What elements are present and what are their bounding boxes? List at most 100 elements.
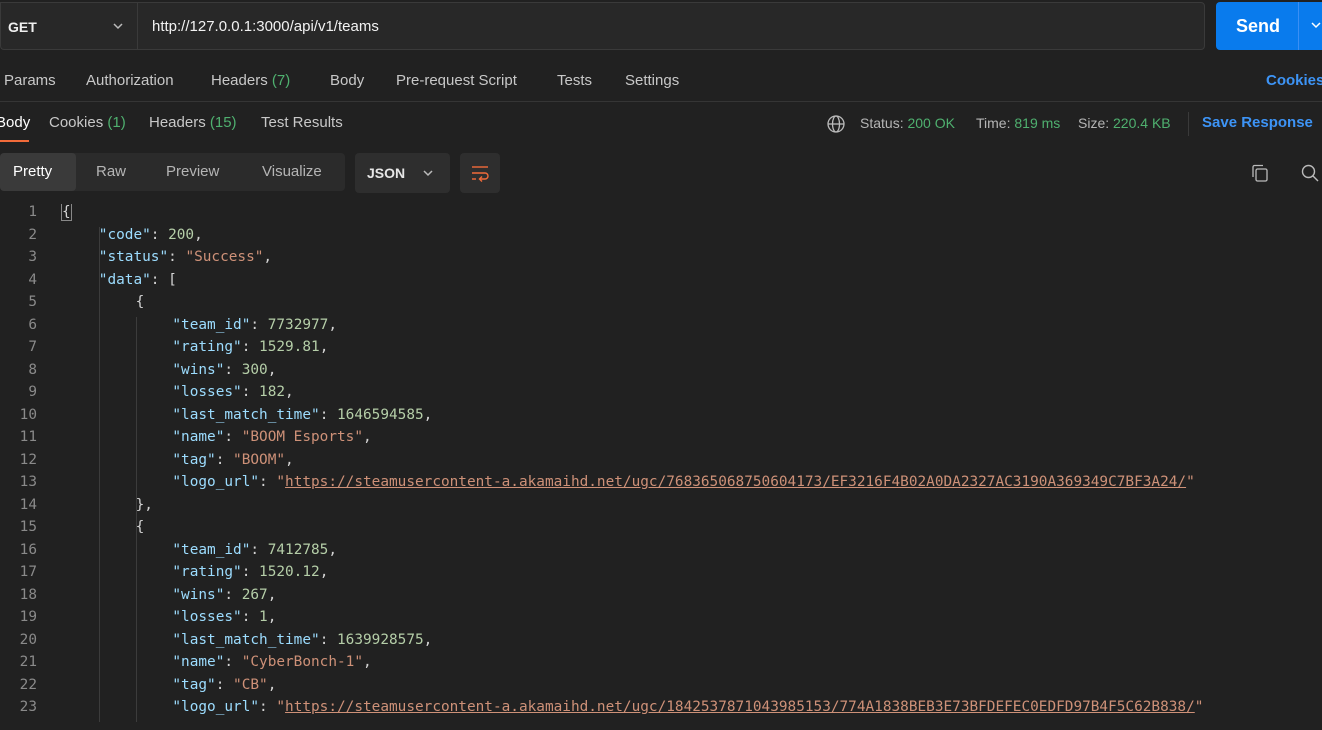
- code-text: "status": "Success",: [99, 249, 272, 265]
- copy-icon[interactable]: [1250, 163, 1270, 183]
- response-headers-count: (15): [209, 114, 237, 131]
- code-token: "name": [172, 429, 225, 445]
- code-line: 16 "team_id": 7412785,: [0, 542, 1322, 565]
- status-label: Status:: [860, 115, 904, 131]
- code-token: ,: [285, 384, 294, 400]
- tab-headers[interactable]: Headers (7): [211, 72, 290, 89]
- globe-icon[interactable]: [826, 114, 846, 134]
- request-bar: GET http://127.0.0.1:3000/api/v1/teams S…: [0, 0, 1322, 54]
- tab-headers-label: Headers: [211, 72, 268, 89]
- tab-params[interactable]: Params: [4, 72, 56, 89]
- code-token: "BOOM": [233, 451, 286, 468]
- tab-body[interactable]: Body: [330, 72, 364, 89]
- url-link[interactable]: https://steamusercontent-a.akamaihd.net/…: [285, 699, 1195, 715]
- tab-prerequest-script[interactable]: Pre-request Script: [396, 72, 517, 89]
- code-token: "Success": [185, 249, 264, 265]
- time-meta[interactable]: Time: 819 ms: [976, 115, 1060, 131]
- size-meta[interactable]: Size: 220.4 KB: [1078, 115, 1171, 131]
- code-line: 2 "code": 200,: [0, 227, 1322, 250]
- code-token: ,: [267, 361, 277, 378]
- code-token: ,: [328, 541, 338, 558]
- url-link[interactable]: https://steamusercontent-a.akamaihd.net/…: [285, 474, 1186, 490]
- code-text: "name": "CyberBonch-1",: [172, 654, 371, 670]
- send-options-chevron-icon[interactable]: [1309, 18, 1322, 32]
- code-line: 11 "name": "BOOM Esports",: [0, 429, 1322, 452]
- code-token: ,: [285, 451, 294, 468]
- view-visualize[interactable]: Visualize: [262, 163, 322, 180]
- code-token: :: [241, 339, 260, 355]
- code-line: 13 "logo_url": "https://steamusercontent-…: [0, 474, 1322, 497]
- code-token: ,: [267, 676, 277, 693]
- line-number: 20: [19, 631, 37, 648]
- code-text: "rating": 1529.81,: [172, 339, 328, 355]
- code-token: :: [241, 564, 260, 580]
- code-token: ,: [423, 631, 433, 648]
- code-token: "status": [98, 249, 169, 265]
- wrap-lines-icon: [472, 166, 489, 182]
- code-line: 6 "team_id": 7732977,: [0, 317, 1322, 340]
- method-label: GET: [8, 19, 37, 35]
- time-value: 819 ms: [1014, 115, 1061, 131]
- cookies-link[interactable]: Cookies: [1266, 72, 1322, 89]
- tab-response-headers[interactable]: Headers (15): [149, 114, 237, 131]
- format-toolbar: Pretty Raw Preview Visualize JSON: [0, 151, 1322, 193]
- tab-tests[interactable]: Tests: [557, 72, 592, 89]
- line-number: 12: [19, 451, 37, 468]
- url-text: http://127.0.0.1:3000/api/v1/teams: [152, 18, 379, 35]
- code-token: ,: [194, 226, 203, 243]
- code-text: "rating": 1520.12,: [172, 564, 328, 580]
- tab-response-cookies[interactable]: Cookies (1): [49, 114, 126, 131]
- tab-authorization[interactable]: Authorization: [86, 72, 174, 89]
- url-input[interactable]: http://127.0.0.1:3000/api/v1/teams: [137, 2, 1205, 50]
- language-label: JSON: [367, 165, 406, 181]
- code-token: 1520.12: [259, 564, 320, 580]
- status-meta[interactable]: Status: 200 OK: [860, 115, 955, 131]
- tab-response-body[interactable]: Body: [0, 114, 30, 131]
- method-select[interactable]: GET: [0, 2, 137, 50]
- code-token: "last_match_time": [172, 406, 320, 423]
- save-response-button[interactable]: Save Response: [1202, 114, 1313, 131]
- code-token: "rating": [172, 564, 242, 580]
- code-token: "team_id": [172, 316, 251, 333]
- view-preview[interactable]: Preview: [166, 163, 219, 180]
- line-number: 6: [28, 316, 37, 333]
- code-text: "name": "BOOM Esports",: [172, 429, 371, 445]
- response-body-code[interactable]: 1{2 "code": 200, 3 "status": "Success", 4 "da…: [0, 204, 1322, 730]
- code-line: 22 "tag": "CB",: [0, 677, 1322, 700]
- code-token: 7732977: [267, 316, 329, 333]
- view-raw[interactable]: Raw: [96, 163, 126, 180]
- code-token: ,: [423, 406, 433, 423]
- code-text: "tag": "BOOM",: [172, 452, 293, 468]
- code-token: :: [224, 586, 242, 603]
- code-text: "wins": 300,: [172, 362, 276, 378]
- line-number: 5: [28, 294, 37, 310]
- code-text: "team_id": 7412785,: [172, 542, 337, 558]
- code-token: :: [250, 316, 268, 333]
- code-text: "tag": "CB",: [172, 677, 276, 693]
- code-token: "CyberBonch-1": [241, 654, 363, 670]
- code-token: 1: [259, 609, 268, 625]
- send-button[interactable]: Send: [1216, 2, 1322, 50]
- code-text: "last_match_time": 1646594585,: [172, 407, 432, 423]
- wrap-lines-button[interactable]: [460, 153, 500, 193]
- code-token: "losses": [172, 384, 242, 400]
- view-mode-group: Pretty Raw Preview Visualize: [0, 153, 345, 191]
- line-number: 3: [28, 249, 37, 265]
- code-token: :: [259, 474, 277, 490]
- code-token: ": [276, 474, 286, 490]
- code-line: 9 "losses": 182,: [0, 384, 1322, 407]
- code-token: :: [215, 451, 234, 468]
- headers-count: (7): [271, 72, 291, 89]
- code-token: :: [150, 226, 169, 243]
- tab-settings[interactable]: Settings: [625, 72, 679, 89]
- search-icon[interactable]: [1300, 163, 1320, 183]
- code-line: 20 "last_match_time": 1639928575,: [0, 632, 1322, 655]
- code-text: {: [61, 204, 72, 221]
- line-number: 15: [19, 519, 37, 535]
- language-select[interactable]: JSON: [355, 153, 450, 193]
- view-pretty[interactable]: Pretty: [13, 163, 52, 180]
- tab-test-results[interactable]: Test Results: [261, 114, 343, 131]
- code-token: :: [215, 676, 234, 693]
- code-token: ,: [144, 496, 153, 513]
- code-token: ,: [319, 339, 329, 355]
